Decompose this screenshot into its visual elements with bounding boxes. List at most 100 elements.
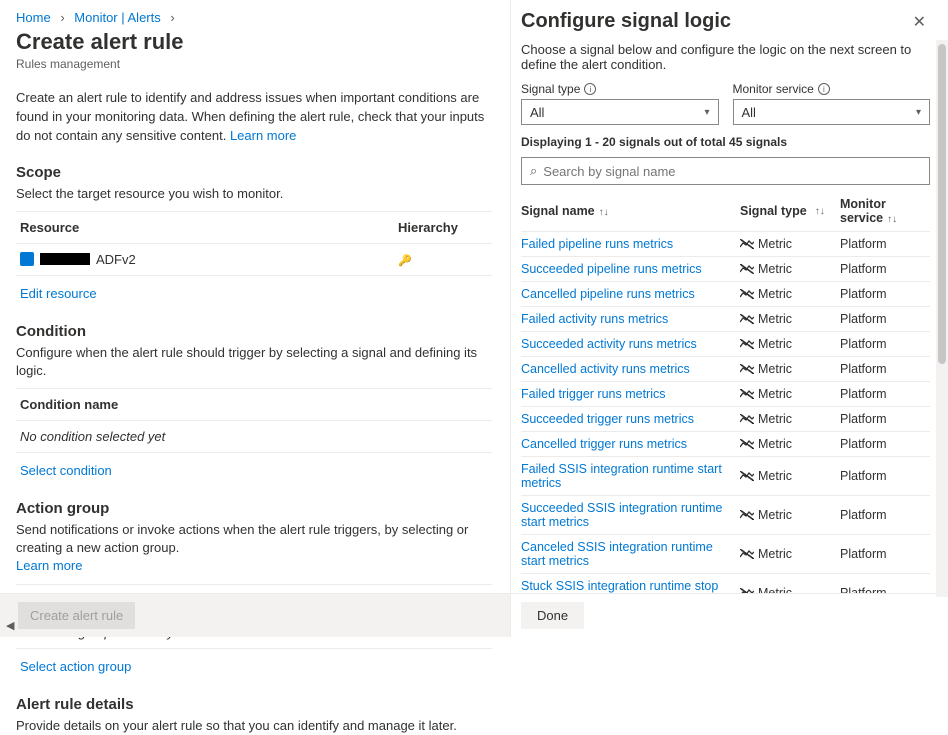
search-icon: ⌕ (530, 163, 537, 179)
signal-link[interactable]: Succeeded trigger runs metrics (521, 412, 694, 426)
signal-search-input[interactable] (543, 164, 921, 179)
monitor-service-dropdown[interactable]: All ▾ (733, 99, 931, 125)
condition-col-name: Condition name (20, 397, 488, 412)
sort-icon: ↑↓ (811, 206, 825, 217)
signal-row: Canceled SSIS integration runtime start … (521, 535, 930, 574)
action-group-desc: Send notifications or invoke actions whe… (16, 521, 492, 576)
signal-link[interactable]: Succeeded SSIS integration runtime start… (521, 501, 723, 529)
select-action-group-link[interactable]: Select action group (20, 659, 131, 674)
monitor-service-value: Platform (840, 237, 930, 251)
signal-link[interactable]: Cancelled activity runs metrics (521, 362, 690, 376)
metric-icon (740, 549, 754, 559)
signal-link[interactable]: Cancelled trigger runs metrics (521, 437, 687, 451)
chevron-down-icon: ▾ (916, 107, 921, 118)
signal-type-value: Metric (758, 337, 792, 351)
monitor-service-value: Platform (840, 287, 930, 301)
signal-type-value: Metric (758, 437, 792, 451)
page-title: Create alert rule (16, 29, 492, 55)
signal-type-value: Metric (758, 412, 792, 426)
chevron-right-icon (54, 10, 70, 25)
monitor-service-value: All (742, 105, 756, 120)
metric-icon (740, 510, 754, 520)
signal-row: Succeeded pipeline runs metricsMetricPla… (521, 257, 930, 282)
signal-row: Failed pipeline runs metricsMetricPlatfo… (521, 232, 930, 257)
signal-link[interactable]: Failed SSIS integration runtime start me… (521, 462, 722, 490)
scrollbar[interactable] (936, 40, 948, 597)
signal-type-value: Metric (758, 469, 792, 483)
signal-link[interactable]: Cancelled pipeline runs metrics (521, 287, 695, 301)
panel-body: Choose a signal below and configure the … (511, 40, 948, 593)
signal-link[interactable]: Failed activity runs metrics (521, 312, 668, 326)
col-signal-name-text: Signal name (521, 204, 595, 218)
col-signal-type[interactable]: Signal type↑↓ (740, 204, 840, 218)
signal-link[interactable]: Stuck SSIS integration runtime stop metr… (521, 579, 718, 593)
sort-icon: ↑↓ (883, 214, 897, 225)
monitor-service-label: Monitor service i (733, 82, 931, 96)
metric-icon (740, 264, 754, 274)
monitor-service-value: Platform (840, 337, 930, 351)
metric-icon (740, 314, 754, 324)
signal-type-label-text: Signal type (521, 82, 580, 96)
metric-icon (740, 588, 754, 593)
signal-type-value: All (530, 105, 544, 120)
done-button[interactable]: Done (521, 602, 584, 629)
info-icon[interactable]: i (584, 83, 596, 95)
panel-desc: Choose a signal below and configure the … (521, 42, 930, 72)
monitor-service-value: Platform (840, 508, 930, 522)
signal-row: Stuck SSIS integration runtime stop metr… (521, 574, 930, 593)
signal-search[interactable]: ⌕ (521, 157, 930, 185)
signal-type-value: Metric (758, 287, 792, 301)
col-monitor-service-text: Monitor service (840, 197, 886, 225)
signal-type-value: Metric (758, 586, 792, 593)
signal-row: Succeeded SSIS integration runtime start… (521, 496, 930, 535)
scope-title: Scope (16, 164, 492, 181)
signal-type-label: Signal type i (521, 82, 719, 96)
signal-type-value: Metric (758, 262, 792, 276)
metric-icon (740, 471, 754, 481)
action-group-learn-more[interactable]: Learn more (16, 557, 492, 575)
signal-table-header: Signal name↑↓ Signal type↑↓ Monitor serv… (521, 191, 930, 232)
signal-type-value: Metric (758, 508, 792, 522)
resource-icon (20, 252, 34, 266)
signal-type-value: Metric (758, 547, 792, 561)
col-monitor-service[interactable]: Monitor service↑↓ (840, 197, 930, 225)
metric-icon (740, 239, 754, 249)
bottom-bar: Create alert rule (0, 593, 510, 637)
resource-name: ADFv2 (96, 252, 136, 267)
breadcrumb: Home Monitor | Alerts (16, 10, 492, 25)
monitor-service-value: Platform (840, 586, 930, 593)
signal-link[interactable]: Succeeded pipeline runs metrics (521, 262, 702, 276)
signal-type-value: Metric (758, 362, 792, 376)
action-group-desc-text: Send notifications or invoke actions whe… (16, 522, 468, 555)
condition-empty: No condition selected yet (20, 429, 488, 444)
signal-type-dropdown[interactable]: All ▾ (521, 99, 719, 125)
signal-link[interactable]: Succeeded activity runs metrics (521, 337, 697, 351)
signal-row: Succeeded activity runs metrics Metric Pla… (521, 332, 930, 357)
select-condition-link[interactable]: Select condition (20, 463, 112, 478)
create-alert-rule-button[interactable]: Create alert rule (18, 602, 135, 629)
page-subtitle: Rules management (16, 57, 492, 71)
panel-footer: Done (511, 593, 948, 637)
panel-title: Configure signal logic (521, 10, 731, 33)
breadcrumb-monitor[interactable]: Monitor | Alerts (74, 10, 160, 25)
signal-link[interactable]: Failed pipeline runs metrics (521, 237, 673, 251)
scope-col-resource: Resource (20, 220, 398, 235)
edit-resource-link[interactable]: Edit resource (20, 286, 97, 301)
signal-link[interactable]: Canceled SSIS integration runtime start … (521, 540, 713, 568)
monitor-service-value: Platform (840, 387, 930, 401)
signal-row: Failed activity runs metricsMetricPlatfo… (521, 307, 930, 332)
signal-link[interactable]: Failed trigger runs metrics (521, 387, 666, 401)
signal-row: Failed trigger runs metricsMetricPlatfor… (521, 382, 930, 407)
col-signal-name[interactable]: Signal name↑↓ (521, 204, 740, 218)
monitor-service-value: Platform (840, 412, 930, 426)
info-icon[interactable]: i (818, 83, 830, 95)
dropdown-row: Signal type i All ▾ Monitor service i Al… (521, 82, 930, 125)
monitor-service-value: Platform (840, 547, 930, 561)
close-icon[interactable]: ✕ (909, 10, 930, 34)
breadcrumb-home[interactable]: Home (16, 10, 51, 25)
collapse-handle-icon[interactable]: ◀ (6, 619, 20, 633)
learn-more-link[interactable]: Learn more (230, 128, 296, 143)
scope-desc: Select the target resource you wish to m… (16, 185, 492, 203)
signal-row: Failed SSIS integration runtime start me… (521, 457, 930, 496)
chevron-down-icon: ▾ (704, 107, 709, 118)
